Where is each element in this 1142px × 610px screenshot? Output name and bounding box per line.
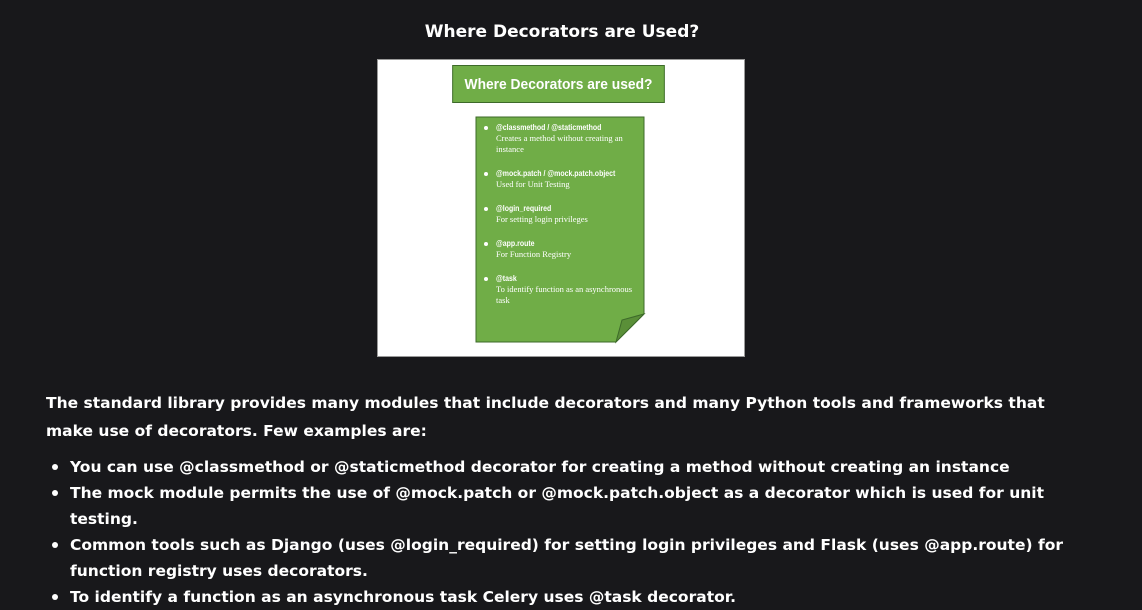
list-item: To identify a function as an asynchronou… [46, 584, 1106, 610]
intro-paragraph: The standard library provides many modul… [46, 394, 1045, 440]
examples-list: You can use @classmethod or @staticmetho… [46, 454, 1106, 610]
page-title: Where Decorators are Used? [424, 22, 700, 43]
figure-item-name: @mock.patch / @mock.patch.object [496, 168, 616, 178]
figure-item-desc: Used for Unit Testing [496, 179, 570, 189]
figure-item-name: @login_required [496, 203, 552, 213]
figure-item-desc: For setting login privileges [496, 214, 588, 224]
figure-item-name: @app.route [496, 238, 535, 248]
figure-list-item: @mock.patch / @mock.patch.object Used fo… [484, 168, 634, 190]
figure-item-name: @classmethod / @staticmethod [496, 122, 602, 132]
figure-list-item: @task To identify function as an asynchr… [484, 273, 634, 306]
figure-list-item: @login_required For setting login privil… [484, 203, 634, 225]
decorators-figure: Where Decorators are used? @classmethod … [377, 59, 745, 357]
figure-item-desc: Creates a method without creating an ins… [496, 133, 623, 154]
figure-list-item: @classmethod / @staticmethod Creates a m… [484, 122, 634, 155]
figure-item-desc: To identify function as an asynchronous … [496, 284, 633, 305]
list-item: Common tools such as Django (uses @login… [46, 532, 1106, 584]
figure-list-item: @app.route For Function Registry [484, 238, 634, 260]
figure-item-desc: For Function Registry [496, 249, 572, 259]
figure-list: @classmethod / @staticmethod Creates a m… [484, 122, 634, 319]
figure-item-name: @task [496, 273, 517, 283]
figure-header: Where Decorators are used? [452, 65, 665, 103]
list-item: You can use @classmethod or @staticmetho… [46, 454, 1106, 480]
list-item: The mock module permits the use of @mock… [46, 480, 1106, 532]
